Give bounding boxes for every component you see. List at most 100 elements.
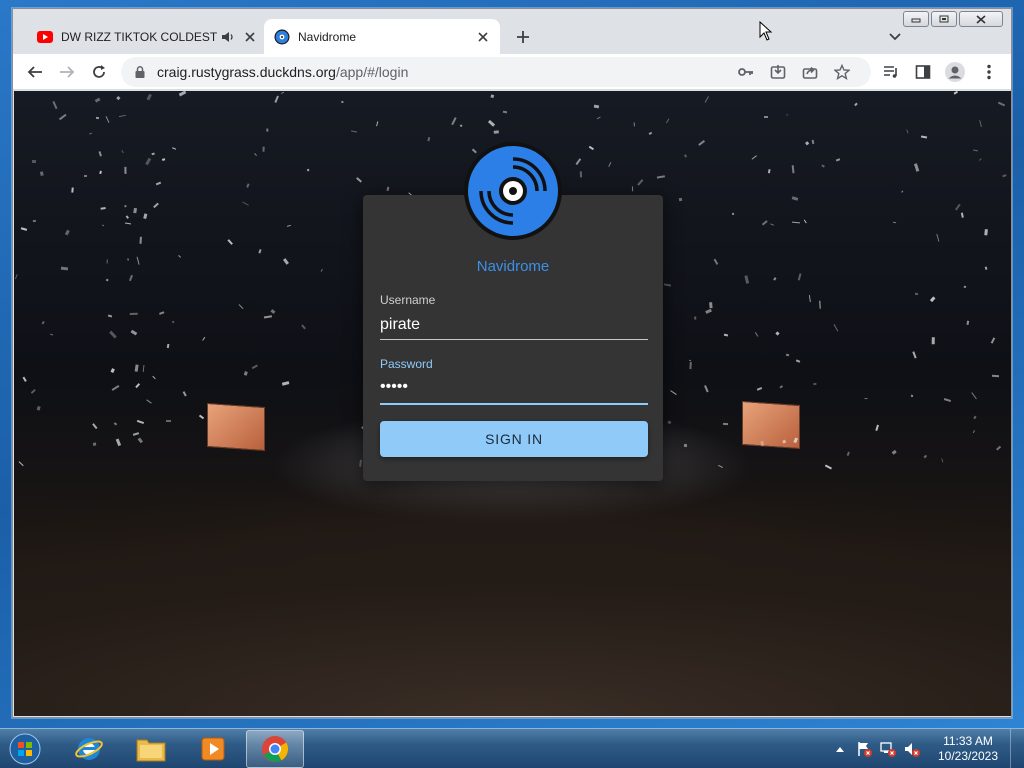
clock-time: 11:33 AM (943, 734, 993, 748)
url-path: /app/#/login (335, 64, 409, 80)
internet-explorer-icon (75, 738, 103, 760)
password-underline (380, 403, 648, 405)
action-center-icon[interactable] (855, 740, 873, 758)
clock-date: 10/23/2023 (937, 749, 999, 763)
taskbar: 11:33 AM 10/23/2023 (0, 728, 1024, 768)
url-host: craig.rustygrass.duckdns.org (157, 64, 336, 80)
confetti-piece (693, 317, 697, 320)
confetti-piece (593, 104, 600, 108)
folder-icon (136, 739, 166, 762)
confetti-piece (991, 374, 1000, 378)
internet-explorer-taskbar-button[interactable] (60, 730, 118, 768)
media-queue-icon (884, 66, 897, 78)
confetti-piece (125, 215, 129, 219)
plus-icon (517, 31, 529, 43)
speaker-icon[interactable] (221, 30, 235, 44)
start-button[interactable] (6, 731, 44, 767)
confetti-piece (920, 135, 927, 139)
restore-button[interactable] (931, 11, 957, 27)
close-tab-icon[interactable] (476, 30, 490, 44)
username-field[interactable]: Username (380, 293, 648, 340)
confetti-piece (171, 320, 175, 324)
browser-toolbar: craig.rustygrass.duckdns.org/app/#/login (13, 54, 1011, 90)
side-panel-icon (915, 65, 931, 79)
menu-button[interactable] (977, 60, 1001, 84)
back-button[interactable] (23, 60, 47, 84)
close-window-button[interactable] (959, 11, 1003, 27)
confetti-piece (709, 301, 713, 309)
confetti-piece (130, 312, 139, 316)
reload-icon (93, 65, 105, 78)
confetti-piece (493, 130, 499, 134)
confetti-piece (579, 171, 582, 177)
taskbar-clock[interactable]: 11:33 AM 10/23/2023 (930, 734, 1006, 764)
forward-button[interactable] (55, 60, 79, 84)
password-field[interactable]: Password ••••• (380, 357, 648, 405)
username-underline (380, 339, 648, 340)
install-app-button[interactable] (769, 63, 787, 81)
bookmark-button[interactable] (833, 63, 851, 81)
close-icon (976, 14, 986, 24)
url-text[interactable]: craig.rustygrass.duckdns.org/app/#/login (157, 64, 408, 80)
windows-logo-icon (9, 733, 41, 765)
password-label: Password (380, 357, 433, 371)
show-hidden-icons-button[interactable] (831, 740, 849, 758)
confetti-piece (818, 300, 821, 309)
confetti-piece (265, 128, 268, 132)
confetti-piece (723, 333, 728, 336)
password-key-button[interactable] (737, 63, 755, 81)
reload-button[interactable] (87, 60, 111, 84)
confetti-piece (49, 333, 53, 336)
confetti-piece (127, 258, 129, 261)
confetti-piece (684, 444, 688, 447)
network-icon[interactable] (879, 740, 897, 758)
share-icon (802, 66, 818, 79)
media-control-button[interactable] (879, 60, 903, 84)
profile-button[interactable] (943, 60, 967, 84)
username-input[interactable] (380, 311, 648, 339)
crowd-silhouette (14, 446, 1011, 716)
confetti-piece (133, 207, 137, 213)
volume-muted-icon[interactable] (903, 740, 921, 758)
chrome-taskbar-button[interactable] (246, 730, 304, 768)
media-player-taskbar-button[interactable] (184, 730, 242, 768)
new-tab-button[interactable] (511, 25, 535, 49)
brand-name: Navidrome (476, 258, 550, 275)
confetti-piece (123, 166, 127, 174)
address-bar[interactable]: craig.rustygrass.duckdns.org/app/#/login (121, 57, 871, 87)
close-tab-icon[interactable] (243, 30, 257, 44)
tab-youtube[interactable]: DW RIZZ TIKTOK COLDEST M (27, 19, 267, 54)
confetti-piece (161, 158, 166, 161)
confetti-piece (138, 236, 142, 245)
show-desktop-button[interactable] (1010, 729, 1024, 768)
youtube-icon (37, 30, 53, 43)
star-icon (834, 64, 850, 80)
confetti-piece (914, 292, 919, 296)
confetti-piece (106, 259, 108, 264)
stage-screen-right (742, 400, 800, 450)
confetti-piece (678, 197, 683, 201)
tab-navidrome[interactable]: Navidrome (264, 19, 500, 54)
side-panel-button[interactable] (911, 60, 935, 84)
navidrome-logo-icon (464, 142, 562, 240)
username-label: Username (380, 293, 436, 307)
kebab-menu-icon (987, 64, 991, 80)
minimize-button[interactable] (903, 11, 929, 27)
confetti-piece (280, 91, 284, 94)
share-button[interactable] (801, 63, 819, 81)
navidrome-icon (274, 29, 290, 44)
key-icon (738, 68, 753, 76)
sign-in-button[interactable]: SIGN IN (380, 421, 648, 457)
restore-icon (939, 15, 949, 23)
password-input[interactable]: ••••• (380, 375, 648, 403)
file-explorer-taskbar-button[interactable] (122, 730, 180, 768)
confetti-piece (865, 397, 868, 399)
tab-title: Navidrome (298, 29, 357, 44)
tab-search-button[interactable] (885, 27, 905, 47)
confetti-piece (502, 110, 507, 114)
confetti-piece (166, 344, 169, 349)
confetti-piece (960, 212, 964, 218)
stage-screen-left (207, 402, 265, 452)
confetti-piece (95, 116, 100, 119)
confetti-piece (731, 212, 734, 215)
